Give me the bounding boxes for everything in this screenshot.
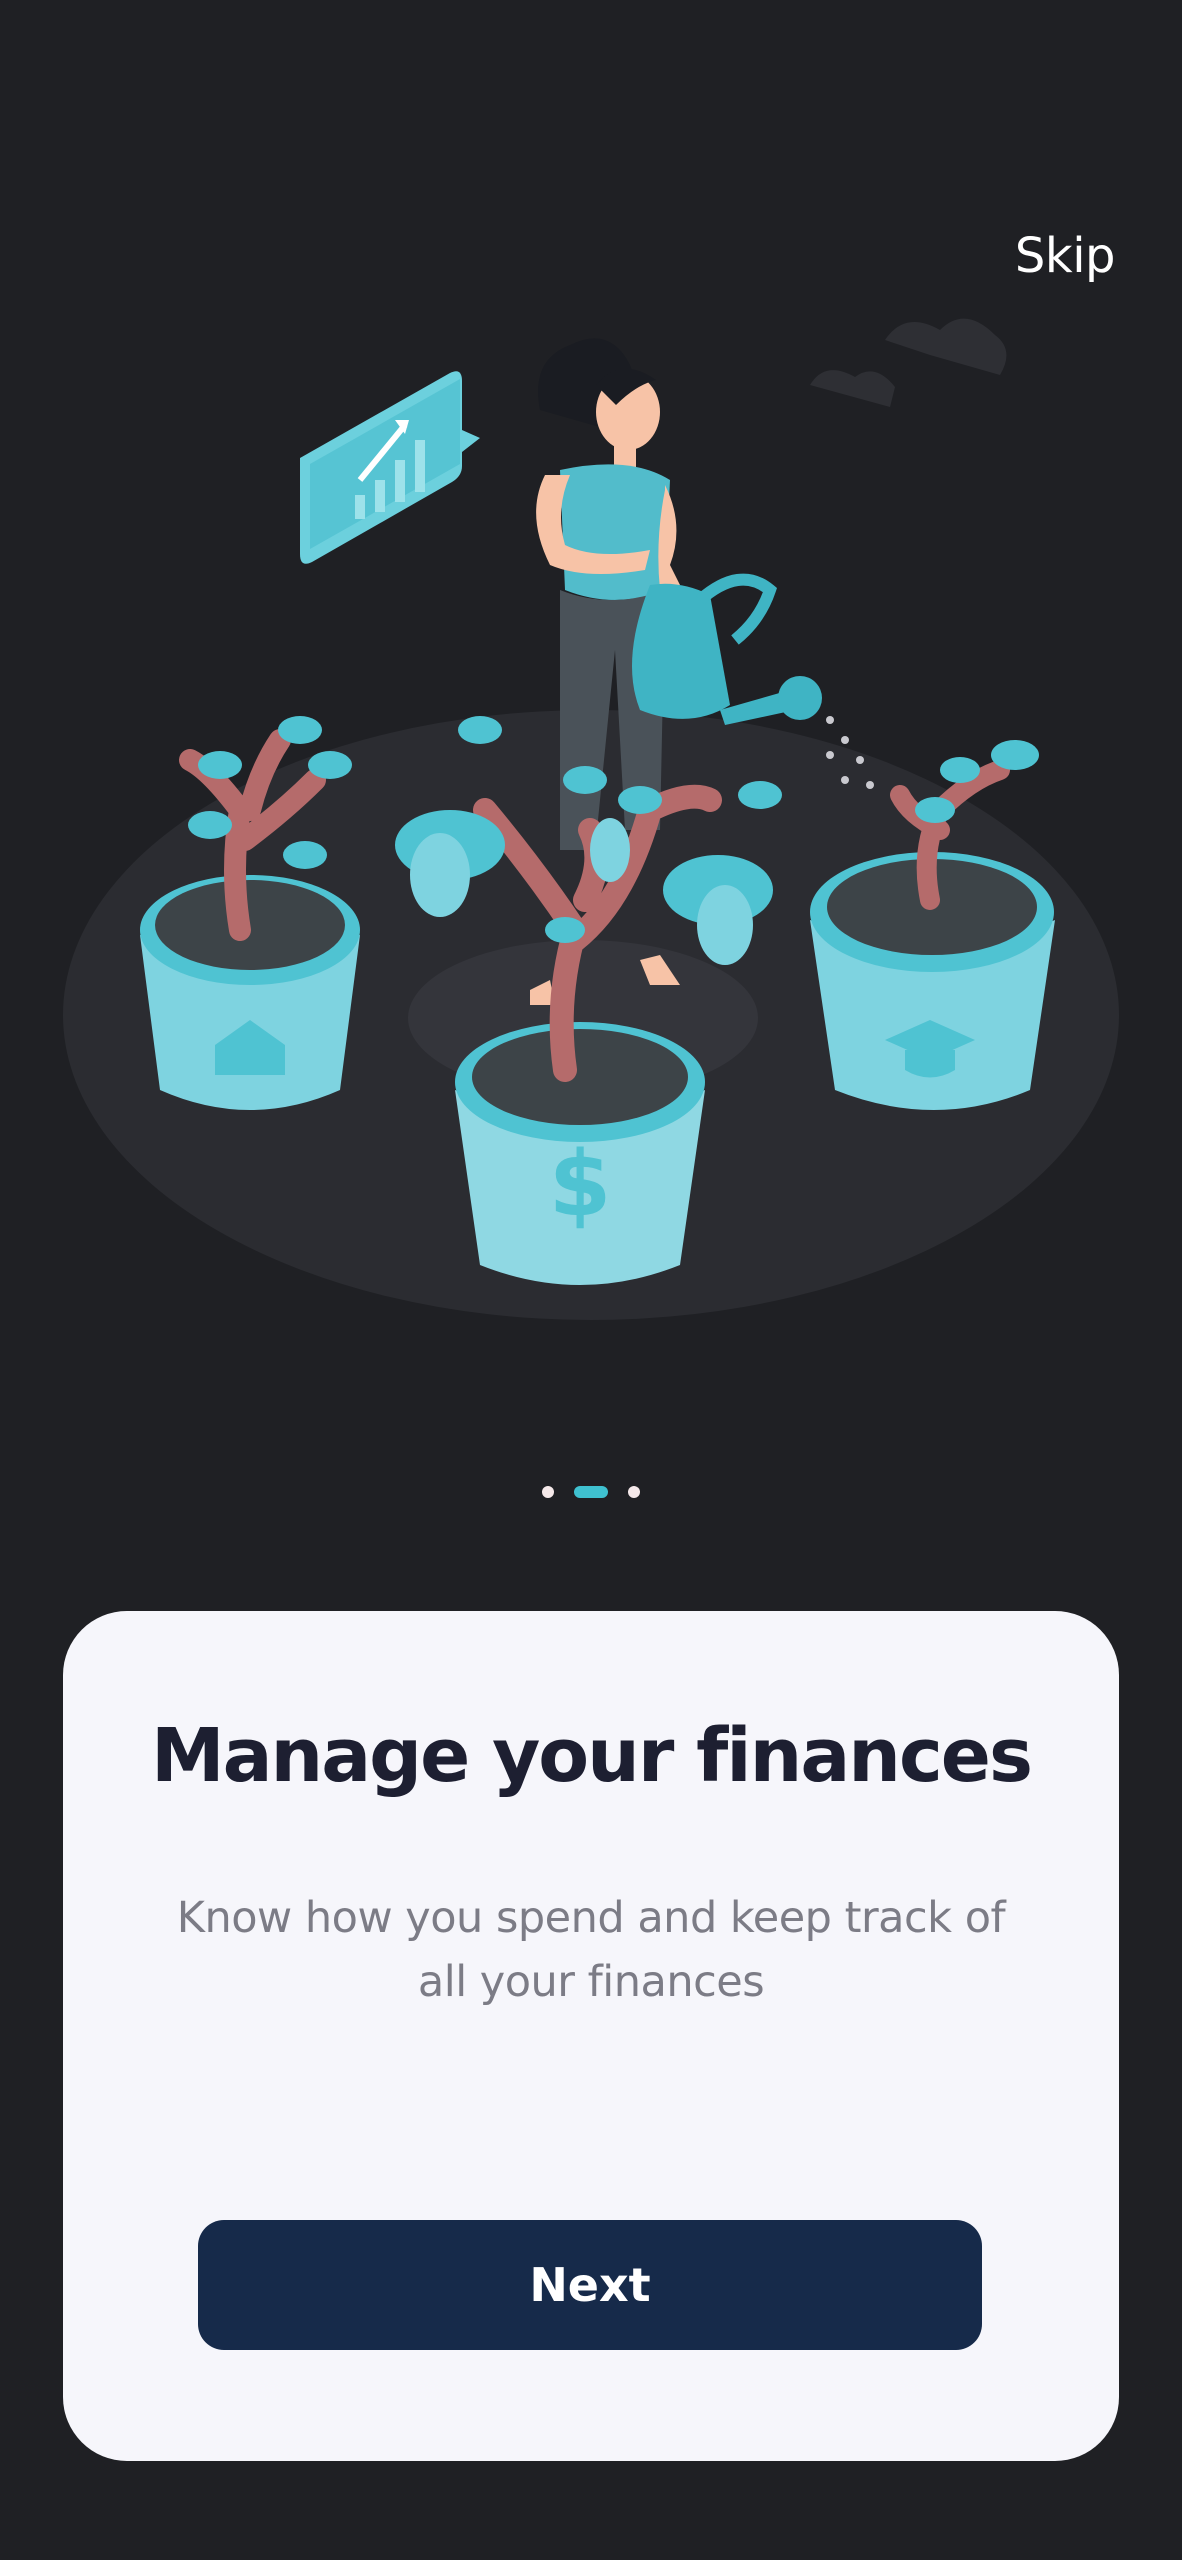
onboarding-title: Manage your finances (150, 1713, 1033, 1799)
pagination-dot[interactable] (628, 1486, 640, 1498)
onboarding-illustration: $ (63, 318, 1119, 1320)
skip-button[interactable]: Skip (1015, 228, 1116, 284)
cloud-icon (810, 318, 1007, 407)
pagination-dots (0, 1486, 1182, 1498)
pagination-dot-active[interactable] (574, 1486, 608, 1498)
house-savings-pot-icon (140, 716, 360, 1110)
pagination-dot[interactable] (542, 1486, 554, 1498)
onboarding-card: Manage your finances Know how you spend … (63, 1611, 1119, 2461)
next-button[interactable]: Next (198, 2220, 982, 2350)
growth-chart-bubble-icon (300, 371, 480, 564)
onboarding-subtitle: Know how you spend and keep track of all… (176, 1893, 1006, 2007)
svg-text:$: $ (549, 1132, 612, 1237)
